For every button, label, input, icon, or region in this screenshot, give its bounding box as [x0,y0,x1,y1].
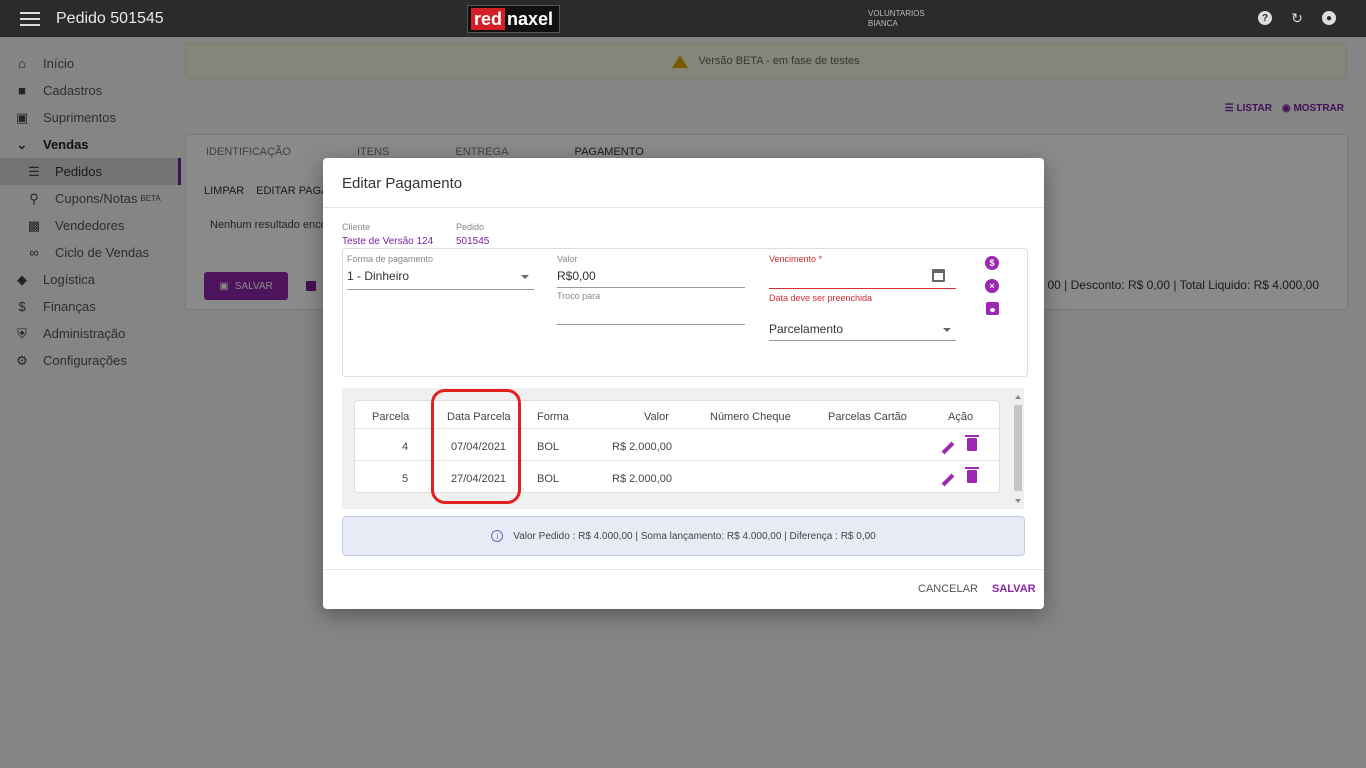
forma-label: Forma de pagamento [347,254,434,264]
refresh-icon[interactable]: ↻ [1288,9,1306,27]
table-cell: 4 [402,441,409,453]
vencimento-error: Data deve ser preenchida [769,293,873,303]
dialog-title: Editar Pagamento [342,175,463,192]
valor-input[interactable]: R$0,00 [557,269,596,283]
cliente-label: Cliente [342,222,371,232]
app-header: Pedido 501545 red naxel VOLUNTARIOS BIAN… [0,0,1366,37]
close-icon[interactable]: × [985,279,999,293]
save-button[interactable]: SALVAR [992,583,1036,595]
valor-label: Valor [557,254,578,264]
scroll-up-icon[interactable] [1015,395,1021,399]
logo: red naxel [467,5,560,33]
column-header: Parcela [372,411,410,423]
valor-underline [557,287,745,288]
divider [323,569,1044,570]
table-cell: R$ 2.000,00 [612,473,672,485]
delete-icon[interactable] [965,435,979,451]
column-header: Número Cheque [710,411,791,423]
pedido-value: 501545 [456,236,490,247]
chevron-down-icon[interactable] [521,275,529,279]
edit-icon[interactable] [941,473,955,487]
payment-form: Forma de pagamento 1 - Dinheiro Valor R$… [342,248,1028,377]
info-icon: i [491,530,504,542]
parcelamento-select[interactable]: Parcelamento [769,322,843,336]
chevron-down-icon[interactable] [943,328,951,332]
dollar-icon[interactable]: $ [985,256,999,270]
parcelamento-underline [769,340,956,341]
column-header: Valor [644,411,669,423]
forma-underline [347,289,534,290]
cliente-value: Teste de Versão 124 [342,236,434,247]
table-cell: R$ 2.000,00 [612,441,672,453]
troco-underline [557,324,745,325]
highlight-annotation [431,389,521,504]
forma-select[interactable]: 1 - Dinheiro [347,269,409,283]
vencimento-input[interactable] [769,288,956,289]
menu-icon[interactable] [20,11,40,26]
table-cell: 5 [402,473,409,485]
table-cell: BOL [537,473,560,485]
column-header: Parcelas Cartão [828,411,907,423]
save-icon[interactable] [986,302,999,315]
edit-icon[interactable] [941,441,955,455]
account-icon[interactable]: ● [1320,9,1338,27]
pedido-label: Pedido [456,222,485,232]
troco-label: Troco para [557,291,601,301]
scroll-down-icon[interactable] [1015,499,1021,503]
page-title: Pedido 501545 [56,9,164,27]
divider [323,207,1044,208]
summary-banner: i Valor Pedido : R$ 4.000,00 | Soma lanç… [342,516,1025,556]
column-header: Forma [537,411,569,423]
cancel-button[interactable]: CANCELAR [918,583,978,595]
organization-label: VOLUNTARIOS BIANCA [868,9,925,28]
vencimento-label: Vencimento * [769,254,823,264]
scrollbar[interactable] [1013,391,1023,508]
help-icon[interactable]: ? [1256,9,1274,27]
edit-payment-dialog: Editar Pagamento Cliente Teste de Versão… [323,158,1044,609]
scroll-thumb[interactable] [1014,405,1022,491]
calendar-icon[interactable] [932,269,945,282]
table-cell: BOL [537,441,560,453]
delete-icon[interactable] [965,467,979,483]
column-header: Ação [948,411,974,423]
